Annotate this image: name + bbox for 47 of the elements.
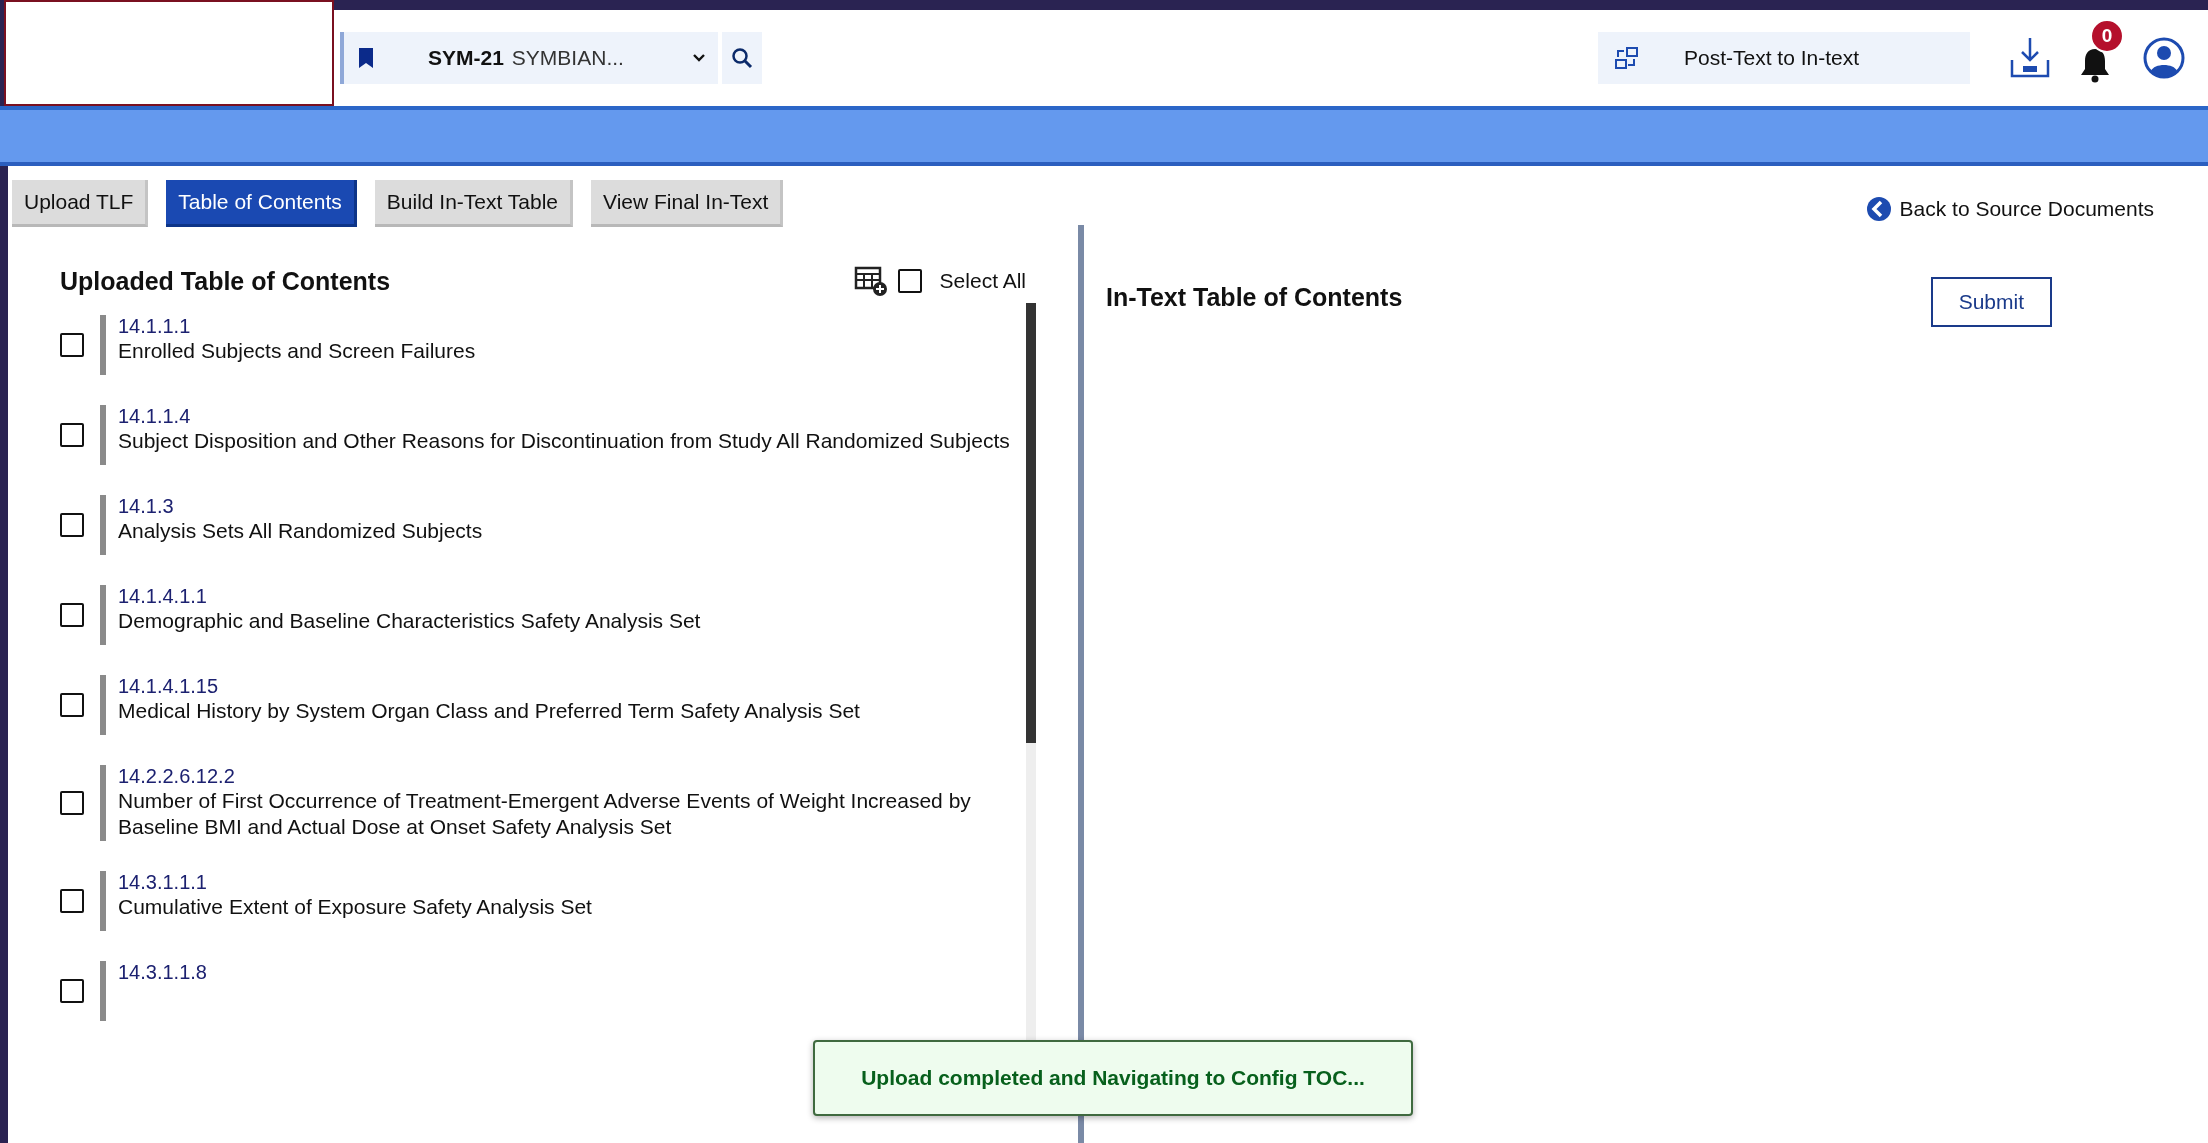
mode-button[interactable]: Post-Text to In-text xyxy=(1598,32,1970,84)
checkbox[interactable] xyxy=(60,603,84,627)
section-title: Analysis Sets All Randomized Subjects xyxy=(118,518,483,544)
back-link[interactable]: Back to Source Documents xyxy=(1865,195,2154,222)
submit-button[interactable]: Submit xyxy=(1930,277,2052,327)
user-avatar-icon[interactable] xyxy=(2142,36,2186,80)
study-code: SYM-21 xyxy=(428,46,504,70)
checkbox[interactable] xyxy=(60,888,84,913)
search-button[interactable] xyxy=(722,32,762,84)
section-number[interactable]: 14.2.2.6.12.2 xyxy=(118,765,1018,788)
notification-badge: 0 xyxy=(2090,19,2124,53)
section-title: Medical History by System Organ Class and Preferred Term Safety Analysis Set xyxy=(118,698,860,724)
checkbox[interactable] xyxy=(60,978,84,1003)
checkbox[interactable] xyxy=(60,333,84,357)
tab[interactable]: Build In-Text Table xyxy=(374,180,573,227)
section-number[interactable]: 14.1.1.4 xyxy=(118,405,1010,428)
section-number[interactable]: 14.3.1.1.8 xyxy=(118,960,207,984)
checkbox[interactable] xyxy=(60,513,84,537)
checkbox[interactable] xyxy=(60,423,84,447)
toast-message: Upload completed and Navigating to Config TOC... xyxy=(813,1040,1413,1116)
table-add-icon[interactable] xyxy=(853,265,888,297)
section-number[interactable]: 14.1.4.1.15 xyxy=(118,675,860,698)
section-title: Number of First Occurrence of Treatment-Emergent Adverse Events of Weight Increased by Baseline BMI and Actual Dose at Onset Safety Analysis Set xyxy=(118,788,972,841)
study-name: SYMBIAN... xyxy=(511,46,625,70)
tab[interactable]: Table of Contents xyxy=(166,180,357,227)
section-number[interactable]: 14.3.1.1.1 xyxy=(118,870,592,894)
section-number[interactable]: 14.1.1.1 xyxy=(118,315,476,338)
section-title: Enrolled Subjects and Screen Failures xyxy=(118,338,476,364)
swap-icon xyxy=(1614,46,1640,70)
section-number[interactable]: 14.1.3 xyxy=(118,495,483,518)
study-selector[interactable]: SYM-21 SYMBIAN... xyxy=(340,32,718,84)
checkbox[interactable] xyxy=(60,790,84,815)
download-icon[interactable] xyxy=(2008,36,2052,80)
search-icon xyxy=(731,47,753,69)
section-title: Subject Disposition and Other Reasons for Discontinuation from Study All Randomized Subjects xyxy=(118,428,1010,454)
tab[interactable]: Upload TLF xyxy=(12,180,149,227)
chevron-down-icon xyxy=(692,53,706,63)
checkbox[interactable] xyxy=(897,269,922,293)
bookmark-icon xyxy=(358,47,374,69)
select-all-label: Select All xyxy=(939,269,1026,293)
section-title: Cumulative Extent of Exposure Safety Analysis Set xyxy=(118,893,592,920)
tab[interactable]: View Final In-Text xyxy=(591,180,784,227)
section-number[interactable]: 14.1.4.1.1 xyxy=(118,585,701,608)
checkbox[interactable] xyxy=(60,693,84,717)
section-title: Demographic and Baseline Characteristics Safety Analysis Set xyxy=(118,608,701,634)
panel-title: Uploaded Table of Contents xyxy=(60,266,391,296)
panel-title: In-Text Table of Contents xyxy=(1106,283,1403,312)
